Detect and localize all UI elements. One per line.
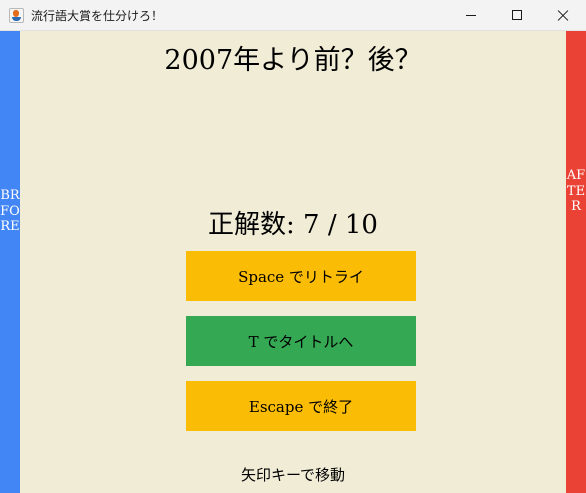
after-side-bar: AFTER	[566, 31, 586, 493]
before-label: BRFORE	[0, 188, 20, 234]
close-icon[interactable]	[540, 0, 586, 31]
game-window: 流行語大賞を仕分けろ！ BRFORE AFTER 2007年より前？後？ 正解数…	[0, 0, 586, 493]
title-bar: 流行語大賞を仕分けろ！	[0, 0, 586, 31]
controls-hint: 矢印キーで移動	[240, 466, 346, 484]
after-label: AFTER	[566, 168, 586, 214]
minimize-icon[interactable]	[448, 0, 494, 31]
back-to-title-button[interactable]: T でタイトルへ	[186, 316, 416, 366]
maximize-icon[interactable]	[494, 0, 540, 31]
retry-button[interactable]: Space でリトライ	[186, 251, 416, 301]
before-side-bar: BRFORE	[0, 31, 20, 493]
java-cup-icon	[9, 8, 24, 23]
window-title: 流行語大賞を仕分けろ！	[31, 9, 164, 23]
quit-button[interactable]: Escape で終了	[186, 381, 416, 431]
score-text: 正解数: 7 / 10	[208, 210, 378, 240]
question-heading: 2007年より前？後？	[164, 45, 422, 76]
